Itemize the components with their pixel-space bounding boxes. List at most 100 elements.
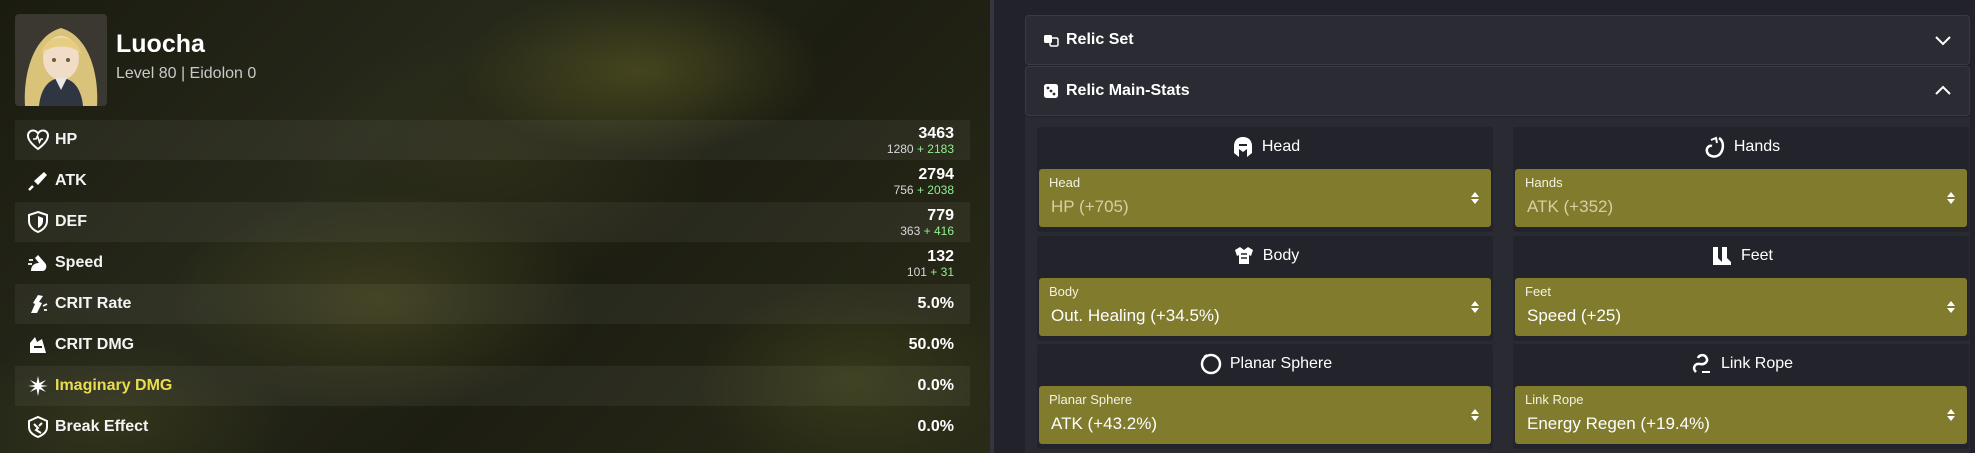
panel-divider [990, 0, 994, 453]
relic-slot-head: Head Head HP (+705) [1037, 127, 1493, 232]
slot-title: Hands [1733, 138, 1781, 155]
select-label: Planar Sphere [1049, 392, 1133, 407]
stat-row-def: DEF 779 363 + 416 [15, 202, 970, 242]
stat-label: Speed [55, 254, 104, 271]
stat-label: DEF [55, 213, 87, 230]
select-value: HP (+705) [1051, 197, 1129, 216]
select-label: Head [1049, 175, 1081, 190]
stat-row-crit-rate: CRIT Rate 5.0% [15, 284, 970, 324]
head-icon [1230, 134, 1256, 160]
stat-row-imaginary-dmg: Imaginary DMG 0.0% [15, 366, 970, 406]
slot-header: Planar Sphere [1037, 344, 1493, 384]
slot-title: Feet [1740, 247, 1773, 264]
select-label: Body [1049, 284, 1079, 299]
stat-value: 3463 1280 + 2183 [887, 125, 954, 156]
def-icon [25, 209, 51, 235]
relic-set-accordion-header[interactable]: Relic Set [1025, 15, 1970, 65]
select-arrows-icon [1471, 192, 1479, 204]
body-main-stat-select[interactable]: Body Out. Healing (+34.5%) [1039, 278, 1491, 336]
character-name: Luocha [116, 30, 205, 58]
select-label: Feet [1525, 284, 1552, 299]
slot-header: Link Rope [1513, 344, 1969, 384]
select-arrows-icon [1947, 192, 1955, 204]
character-stats-panel: Luocha Level 80 | Eidolon 0 HP 3463 1280… [0, 0, 990, 453]
link-rope-main-stat-select[interactable]: Link Rope Energy Regen (+19.4%) [1515, 386, 1967, 444]
relic-slot-body: Body Body Out. Healing (+34.5%) [1037, 236, 1493, 341]
stat-value: 5.0% [917, 295, 954, 312]
stat-value: 779 363 + 416 [900, 207, 954, 238]
stat-bonus: + 2183 [916, 141, 954, 156]
relic-main-stats-title: Relic Main-Stats [1066, 82, 1190, 99]
atk-icon [25, 168, 51, 194]
planar-sphere-icon [1198, 351, 1224, 377]
stat-value: 2794 756 + 2038 [894, 166, 954, 197]
stat-total: 779 [927, 206, 954, 224]
crit-rate-icon [25, 291, 51, 317]
relic-set-title: Relic Set [1066, 31, 1134, 48]
stat-value: 0.0% [917, 418, 954, 435]
hands-icon [1702, 134, 1728, 160]
feet-icon [1709, 243, 1735, 269]
chevron-up-icon[interactable] [1933, 81, 1953, 101]
stat-row-crit-dmg: CRIT DMG 50.0% [15, 325, 970, 365]
character-level-eidolon: Level 80 | Eidolon 0 [116, 65, 257, 82]
stat-breakdown: 101 + 31 [906, 264, 954, 279]
slot-header: Hands [1513, 127, 1969, 167]
stat-row-speed: Speed 132 101 + 31 [15, 243, 970, 283]
stat-label: ATK [55, 172, 87, 189]
stat-bonus: + 416 [923, 223, 954, 238]
stat-breakdown: 1280 + 2183 [886, 141, 954, 156]
speed-icon [25, 250, 51, 276]
relic-slot-hands: Hands Hands ATK (+352) [1513, 127, 1969, 232]
body-icon [1231, 243, 1257, 269]
select-arrows-icon [1947, 301, 1955, 313]
relic-main-stats-accordion-header[interactable]: Relic Main-Stats [1025, 66, 1970, 116]
relic-set-icon [1042, 31, 1060, 49]
select-arrows-icon [1471, 409, 1479, 421]
head-main-stat-select[interactable]: Head HP (+705) [1039, 169, 1491, 227]
planar-sphere-main-stat-select[interactable]: Planar Sphere ATK (+43.2%) [1039, 386, 1491, 444]
crit-dmg-icon [25, 332, 51, 358]
slot-title: Planar Sphere [1229, 355, 1333, 372]
stat-bonus: + 31 [930, 264, 954, 279]
stat-bonus: + 2038 [916, 182, 954, 197]
relic-slot-link-rope: Link Rope Link Rope Energy Regen (+19.4%… [1513, 344, 1969, 449]
stat-base: 363 [900, 223, 921, 238]
stat-base: 101 [906, 264, 927, 279]
stat-label: Imaginary DMG [55, 377, 173, 394]
stat-base: 1280 [886, 141, 914, 156]
stat-value: 132 101 + 31 [907, 248, 954, 279]
character-avatar [15, 14, 107, 106]
slot-header: Body [1037, 236, 1493, 276]
chevron-down-icon[interactable] [1933, 30, 1953, 50]
stat-total: 3463 [918, 124, 954, 142]
stat-value: 50.0% [908, 336, 954, 353]
stat-base: 756 [893, 182, 914, 197]
slot-title: Head [1261, 138, 1301, 155]
stat-label: CRIT Rate [55, 295, 132, 312]
imaginary-icon [25, 373, 51, 399]
slot-title: Link Rope [1720, 355, 1794, 372]
select-value: Speed (+25) [1527, 306, 1622, 325]
link-rope-icon [1689, 351, 1715, 377]
select-value: ATK (+43.2%) [1051, 414, 1157, 433]
stat-total: 132 [927, 247, 954, 265]
break-effect-icon [25, 414, 51, 440]
hands-main-stat-select[interactable]: Hands ATK (+352) [1515, 169, 1967, 227]
select-value: Energy Regen (+19.4%) [1527, 414, 1710, 433]
stat-label: CRIT DMG [55, 336, 135, 353]
feet-main-stat-select[interactable]: Feet Speed (+25) [1515, 278, 1967, 336]
select-arrows-icon [1471, 301, 1479, 313]
stat-total: 2794 [918, 165, 954, 183]
hp-icon [25, 127, 51, 153]
stat-label: HP [55, 131, 78, 148]
stat-row-atk: ATK 2794 756 + 2038 [15, 161, 970, 201]
select-arrows-icon [1947, 409, 1955, 421]
stat-value: 0.0% [917, 377, 954, 394]
dice-icon [1042, 82, 1060, 100]
slot-header: Feet [1513, 236, 1969, 276]
select-label: Link Rope [1525, 392, 1584, 407]
stat-breakdown: 756 + 2038 [893, 182, 954, 197]
select-value: Out. Healing (+34.5%) [1051, 306, 1220, 325]
stat-breakdown: 363 + 416 [900, 223, 954, 238]
